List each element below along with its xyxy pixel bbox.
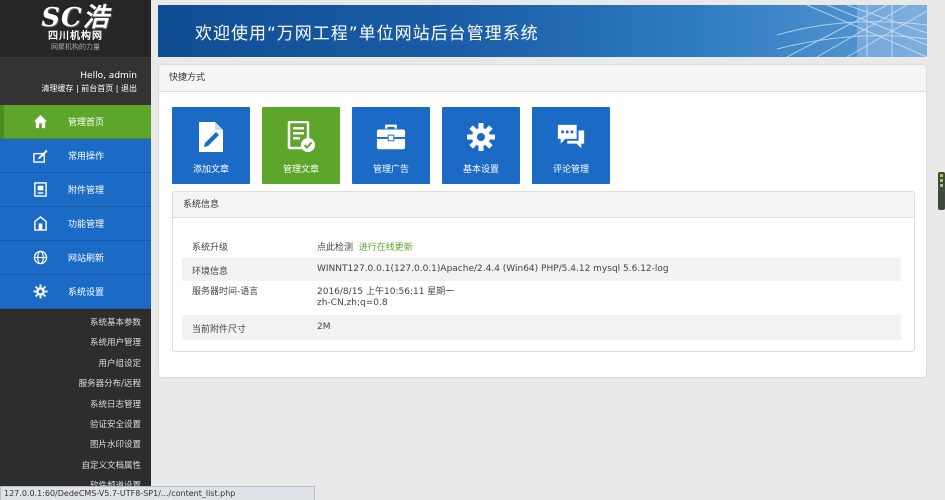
- submenu-item[interactable]: 图片水印设置: [0, 435, 151, 455]
- menu-item-home[interactable]: 管理首页: [0, 105, 151, 139]
- quick-panel-title: 快捷方式: [159, 65, 926, 92]
- system-info-title: 系统信息: [173, 192, 914, 218]
- quick-panel: 快捷方式 添加文章 管理文章 管理广告 基本设置 评论管理 系统信息 系统升级 …: [158, 64, 927, 378]
- table-row: 当前附件尺寸 2M: [182, 315, 901, 340]
- menu-label: 管理首页: [68, 118, 105, 128]
- online-update-link[interactable]: 进行在线更新: [359, 243, 413, 253]
- menu-label: 常用操作: [68, 152, 105, 162]
- info-value: 2016/8/15 上午10:56:11 星期一 zh-CN,zh;q=0.8: [317, 281, 901, 315]
- submenu-item[interactable]: 验证安全设置: [0, 415, 151, 435]
- tile-basic-settings[interactable]: 基本设置: [442, 107, 520, 184]
- menu-label: 网站刷新: [68, 254, 105, 264]
- user-greeting: Hello, admin: [80, 71, 137, 81]
- menu-item-common-ops[interactable]: 常用操作: [0, 139, 151, 173]
- submenu-item[interactable]: 自定义文档属性: [0, 456, 151, 476]
- menu-label: 附件管理: [68, 186, 105, 196]
- menu-item-system-settings[interactable]: 系统设置: [0, 275, 151, 309]
- submenu-item[interactable]: 系统用户管理: [0, 333, 151, 353]
- menu-label: 功能管理: [68, 220, 105, 230]
- submenu-item[interactable]: 系统基本参数: [0, 313, 151, 333]
- attachment-icon: [32, 182, 48, 198]
- tile-label: 基本设置: [462, 165, 499, 175]
- table-row: 系统升级 点此检测 进行在线更新: [182, 233, 901, 258]
- tile-manage-ads[interactable]: 管理广告: [352, 107, 430, 184]
- clear-cache-link[interactable]: 清理缓存: [41, 84, 73, 93]
- system-info-panel: 系统信息 系统升级 点此检测 进行在线更新 环境信息 WINNT127.0.0.…: [172, 191, 915, 352]
- logo: SC浩 四川机构网 网聚机构的力量: [0, 0, 151, 57]
- comments-icon: [556, 121, 586, 153]
- info-key: 当前附件尺寸: [182, 315, 317, 340]
- user-panel: Hello, admin 清理缓存 | 前台首页 | 退出: [0, 57, 151, 105]
- globe-icon: [32, 250, 48, 266]
- edit-icon: [32, 148, 48, 164]
- tile-manage-article[interactable]: 管理文章: [262, 107, 340, 184]
- tile-label: 评论管理: [552, 165, 589, 175]
- scrollbar-thumb[interactable]: [938, 172, 945, 210]
- info-value: WINNT127.0.0.1(127.0.0.1)Apache/2.4.4 (W…: [317, 258, 901, 281]
- submenu-item[interactable]: 系统日志管理: [0, 395, 151, 415]
- user-links: 清理缓存 | 前台首页 | 退出: [41, 84, 137, 93]
- manage-article-icon: [286, 121, 316, 153]
- check-update-text: 点此检测: [317, 243, 354, 253]
- banner-title: 欢迎使用“万网工程”单位网站后台管理系统: [195, 24, 539, 44]
- front-page-link[interactable]: 前台首页: [81, 84, 113, 93]
- menu-label: 系统设置: [68, 288, 105, 298]
- banner-decoration: [776, 5, 927, 57]
- info-key: 环境信息: [182, 258, 317, 281]
- menu-item-functions[interactable]: 功能管理: [0, 207, 151, 241]
- home-icon: [32, 114, 48, 130]
- server-time: 2016/8/15 上午10:56:11 星期一: [317, 287, 455, 297]
- logo-sub: 四川机构网: [48, 31, 103, 42]
- logo-main: SC浩: [41, 3, 110, 33]
- info-key: 系统升级: [192, 243, 229, 253]
- function-icon: [32, 216, 48, 232]
- submenu-item[interactable]: 用户组设定: [0, 354, 151, 374]
- table-row: 服务器时间-语言 2016/8/15 上午10:56:11 星期一 zh-CN,z…: [182, 281, 901, 315]
- system-info-table: 系统升级 点此检测 进行在线更新 环境信息 WINNT127.0.0.1(127…: [182, 233, 901, 340]
- logo-tagline: 网聚机构的力量: [51, 43, 100, 51]
- menu-item-refresh[interactable]: 网站刷新: [0, 241, 151, 275]
- header-banner: 欢迎使用“万网工程”单位网站后台管理系统: [158, 5, 927, 57]
- info-key: 服务器时间-语言: [192, 287, 259, 297]
- settings-gear-icon: [466, 121, 496, 153]
- tile-label: 管理文章: [282, 165, 319, 175]
- tile-label: 管理广告: [372, 165, 409, 175]
- sidebar: SC浩 四川机构网 网聚机构的力量 Hello, admin 清理缓存 | 前台…: [0, 0, 151, 500]
- server-language: zh-CN,zh;q=0.8: [317, 298, 388, 308]
- briefcase-icon: [376, 121, 406, 153]
- gear-icon: [32, 284, 48, 300]
- logout-link[interactable]: 退出: [121, 84, 137, 93]
- submenu-item[interactable]: 服务器分布/远程: [0, 374, 151, 394]
- menu-item-attachments[interactable]: 附件管理: [0, 173, 151, 207]
- add-article-icon: [196, 121, 226, 153]
- table-row: 环境信息 WINNT127.0.0.1(127.0.0.1)Apache/2.4…: [182, 258, 901, 281]
- tile-comments[interactable]: 评论管理: [532, 107, 610, 184]
- info-value: 点此检测 进行在线更新: [317, 233, 901, 258]
- browser-status-bar: 127.0.0.1:60/DedeCMS-V5.7-UTF8-SP1/.../c…: [0, 486, 315, 500]
- submenu-system-settings: 系统基本参数 系统用户管理 用户组设定 服务器分布/远程 系统日志管理 验证安全…: [0, 309, 151, 497]
- info-value: 2M: [317, 315, 901, 340]
- tile-add-article[interactable]: 添加文章: [172, 107, 250, 184]
- quick-tiles: 添加文章 管理文章 管理广告 基本设置 评论管理: [172, 107, 622, 184]
- tile-label: 添加文章: [192, 165, 229, 175]
